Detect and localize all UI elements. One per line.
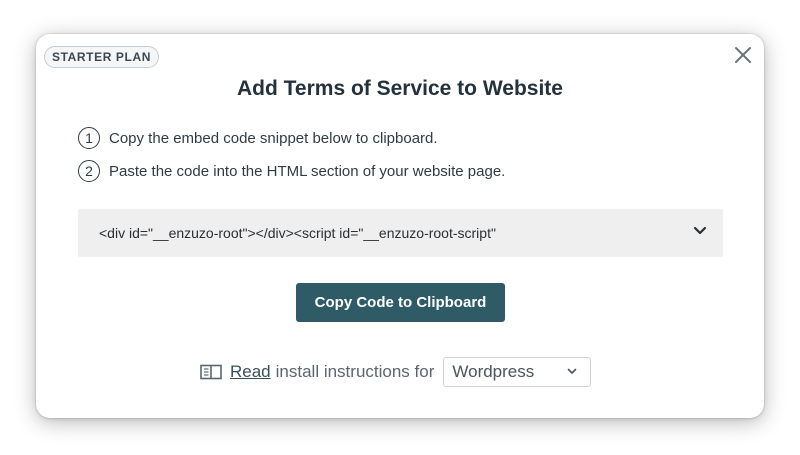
copy-code-button[interactable]: Copy Code to Clipboard <box>296 283 505 322</box>
plan-badge: STARTER PLAN <box>44 46 159 68</box>
platform-select[interactable]: Wordpress <box>443 357 592 387</box>
chevron-down-icon <box>568 368 577 374</box>
install-instructions-text: install instructions for <box>275 362 435 381</box>
step-number-2: 2 <box>78 160 100 182</box>
modal-title: Add Terms of Service to Website <box>237 77 563 100</box>
close-icon <box>735 47 751 63</box>
book-open-icon <box>200 364 222 380</box>
step-1: 1 Copy the embed code snippet below to c… <box>78 125 438 151</box>
embed-code-snippet[interactable]: <div id="__enzuzo-root"></div><script id… <box>78 209 723 257</box>
install-instructions-row: Read install instructions for Wordpress <box>200 357 592 387</box>
chevron-down-icon[interactable] <box>693 226 707 236</box>
step-text-2: Paste the code into the HTML section of … <box>109 162 506 180</box>
read-instructions-link[interactable]: Read <box>230 362 271 382</box>
step-2: 2 Paste the code into the HTML section o… <box>78 158 505 184</box>
step-number-1: 1 <box>78 127 100 149</box>
embed-code-text: <div id="__enzuzo-root"></div><script id… <box>99 225 496 241</box>
close-button[interactable] <box>732 44 754 66</box>
embed-code-modal: STARTER PLAN Add Terms of Service to Web… <box>36 34 764 418</box>
step-text-1: Copy the embed code snippet below to cli… <box>109 129 438 147</box>
platform-select-value: Wordpress <box>452 362 535 381</box>
